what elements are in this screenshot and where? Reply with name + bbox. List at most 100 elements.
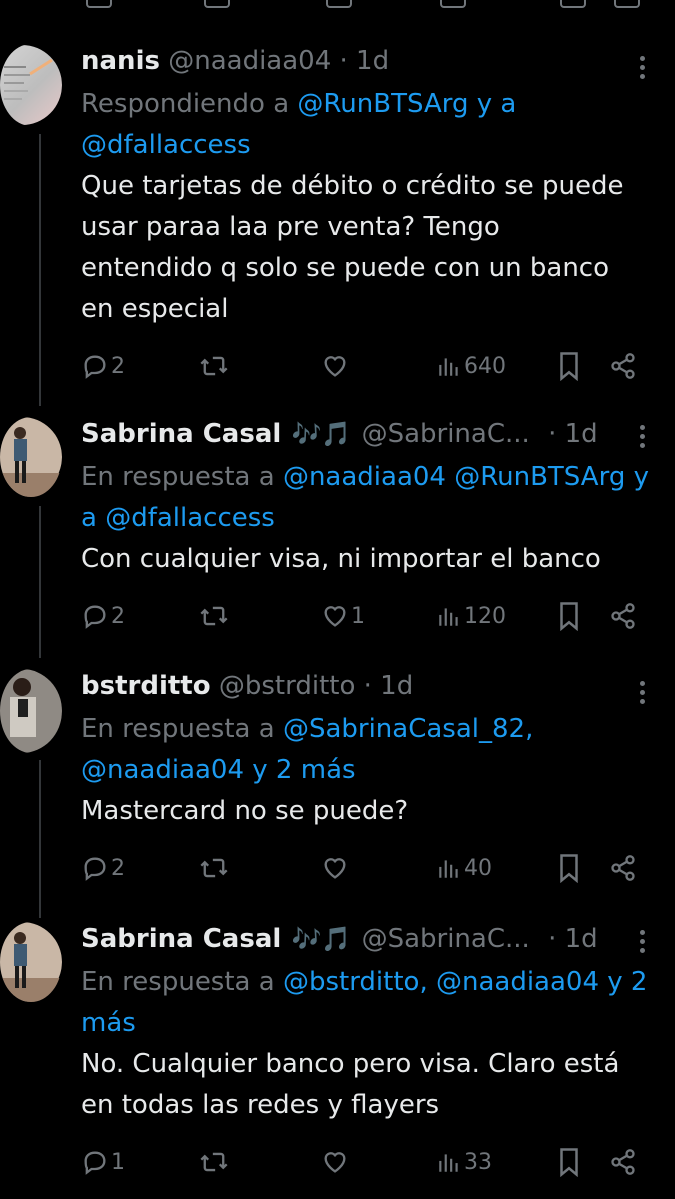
retweet-icon <box>199 1148 229 1176</box>
reply-context: En respuesta a @bstrditto, @naadiaa04 y … <box>81 962 661 1044</box>
reply-context: En respuesta a @naadiaa04 @RunBTSArg y a… <box>81 457 661 539</box>
tweet-text: Que tarjetas de débito o crédito se pued… <box>81 166 661 330</box>
tweet-text-line: en todas las redes y flayers <box>81 1090 440 1120</box>
retweet-button[interactable] <box>199 848 231 888</box>
reply-count: 2 <box>111 353 125 379</box>
share-icon <box>609 602 637 630</box>
display-name[interactable]: Sabrina Casal <box>81 419 281 449</box>
reply-button[interactable]: 2 <box>81 346 125 386</box>
views-icon <box>436 603 462 629</box>
tweet-text: Mastercard no se puede? <box>81 791 661 832</box>
views-icon <box>436 353 462 379</box>
reply-prefix: Respondiendo a <box>81 89 298 119</box>
reply-icon <box>81 1148 109 1176</box>
views-button[interactable]: 40 <box>436 848 492 888</box>
timestamp[interactable]: 1d <box>356 46 389 76</box>
reply-count: 2 <box>111 855 125 881</box>
tweet-actions: 2 1 120 <box>81 596 661 636</box>
like-button[interactable] <box>321 346 351 386</box>
tweet-text-line: en especial <box>81 294 229 324</box>
like-icon <box>321 854 349 882</box>
reply-button[interactable]: 1 <box>81 1142 125 1182</box>
like-icon <box>321 602 349 630</box>
reply-context: Respondiendo a @RunBTSArg y a @dfallacce… <box>81 84 661 166</box>
share-button[interactable] <box>609 596 637 636</box>
retweet-icon <box>199 854 229 882</box>
views-count: 640 <box>464 353 506 379</box>
reply-prefix: En respuesta a <box>81 714 283 744</box>
views-button[interactable]: 640 <box>436 346 506 386</box>
bookmark-button[interactable] <box>556 596 582 636</box>
tweet[interactable]: Sabrina Casal 🎶🎵 @SabrinaC... · 1d En re… <box>0 417 675 647</box>
views-button[interactable]: 120 <box>436 596 506 636</box>
tweet[interactable]: Sabrina Casal 🎶🎵 @SabrinaC... · 1d En re… <box>0 922 675 1192</box>
like-icon <box>321 352 349 380</box>
like-button[interactable] <box>321 1142 351 1182</box>
avatar[interactable] <box>0 417 62 497</box>
user-handle[interactable]: @SabrinaC... <box>362 419 530 449</box>
retweet-button[interactable] <box>199 1142 231 1182</box>
like-icon <box>321 1148 349 1176</box>
tweet-header: bstrditto @bstrditto · 1d <box>81 669 661 705</box>
tweet-text: No. Cualquier banco pero visa. Claro est… <box>81 1044 661 1126</box>
retweet-button[interactable] <box>199 596 231 636</box>
separator: · <box>548 419 557 449</box>
more-options-icon[interactable] <box>637 677 647 707</box>
retweet-icon <box>199 352 229 380</box>
avatar[interactable] <box>0 44 62 126</box>
bookmark-icon <box>556 1147 582 1177</box>
tweet[interactable]: bstrditto @bstrditto · 1d En respuesta a… <box>0 669 675 899</box>
bookmark-button[interactable] <box>556 848 582 888</box>
reply-count: 2 <box>111 603 125 629</box>
avatar[interactable] <box>0 922 62 1002</box>
previous-tweet-actions <box>0 0 675 8</box>
tweet-actions: 2 40 <box>81 848 661 888</box>
more-options-icon[interactable] <box>637 421 647 451</box>
timestamp[interactable]: 1d <box>565 924 598 954</box>
reply-button[interactable]: 2 <box>81 848 125 888</box>
tweet-actions: 2 640 <box>81 346 661 386</box>
share-icon <box>609 352 637 380</box>
share-icon[interactable] <box>614 0 640 8</box>
reply-button[interactable]: 2 <box>81 596 125 636</box>
reply-prefix: En respuesta a <box>81 462 283 492</box>
views-count: 40 <box>464 855 492 881</box>
reply-icon <box>81 352 109 380</box>
views-icon[interactable] <box>440 0 466 8</box>
bookmark-icon <box>556 853 582 883</box>
more-options-icon[interactable] <box>637 926 647 956</box>
more-options-icon[interactable] <box>637 52 647 82</box>
retweet-button[interactable] <box>199 346 231 386</box>
retweet-icon[interactable] <box>204 0 230 8</box>
timestamp[interactable]: 1d <box>380 671 413 701</box>
user-handle[interactable]: @naadiaa04 <box>168 46 331 76</box>
tweet-header: nanis @naadiaa04 · 1d <box>81 44 661 80</box>
bookmark-button[interactable] <box>556 1142 582 1182</box>
avatar[interactable] <box>0 669 62 753</box>
tweet[interactable]: nanis @naadiaa04 · 1d Respondiendo a @Ru… <box>0 44 675 394</box>
tweet-header: Sabrina Casal 🎶🎵 @SabrinaC... · 1d <box>81 417 661 453</box>
display-name[interactable]: bstrditto <box>81 671 211 701</box>
share-icon <box>609 854 637 882</box>
name-emoji: 🎶🎵 <box>291 925 352 953</box>
views-button[interactable]: 33 <box>436 1142 492 1182</box>
bookmark-button[interactable] <box>556 346 582 386</box>
display-name[interactable]: Sabrina Casal <box>81 924 281 954</box>
name-emoji: 🎶🎵 <box>291 420 352 448</box>
share-button[interactable] <box>609 848 637 888</box>
share-button[interactable] <box>609 346 637 386</box>
display-name[interactable]: nanis <box>81 46 160 76</box>
bookmark-icon[interactable] <box>560 0 586 8</box>
user-handle[interactable]: @bstrditto <box>219 671 356 701</box>
views-icon <box>436 855 462 881</box>
reply-icon[interactable] <box>86 0 112 8</box>
share-button[interactable] <box>609 1142 637 1182</box>
like-icon[interactable] <box>326 0 352 8</box>
timestamp[interactable]: 1d <box>565 419 598 449</box>
tweet-text: Con cualquier visa, ni importar el banco <box>81 539 661 580</box>
like-button[interactable] <box>321 848 351 888</box>
bookmark-icon <box>556 351 582 381</box>
user-handle[interactable]: @SabrinaC... <box>362 924 530 954</box>
tweet-text-line: usar paraa laa pre venta? Tengo <box>81 212 500 242</box>
like-button[interactable]: 1 <box>321 596 365 636</box>
